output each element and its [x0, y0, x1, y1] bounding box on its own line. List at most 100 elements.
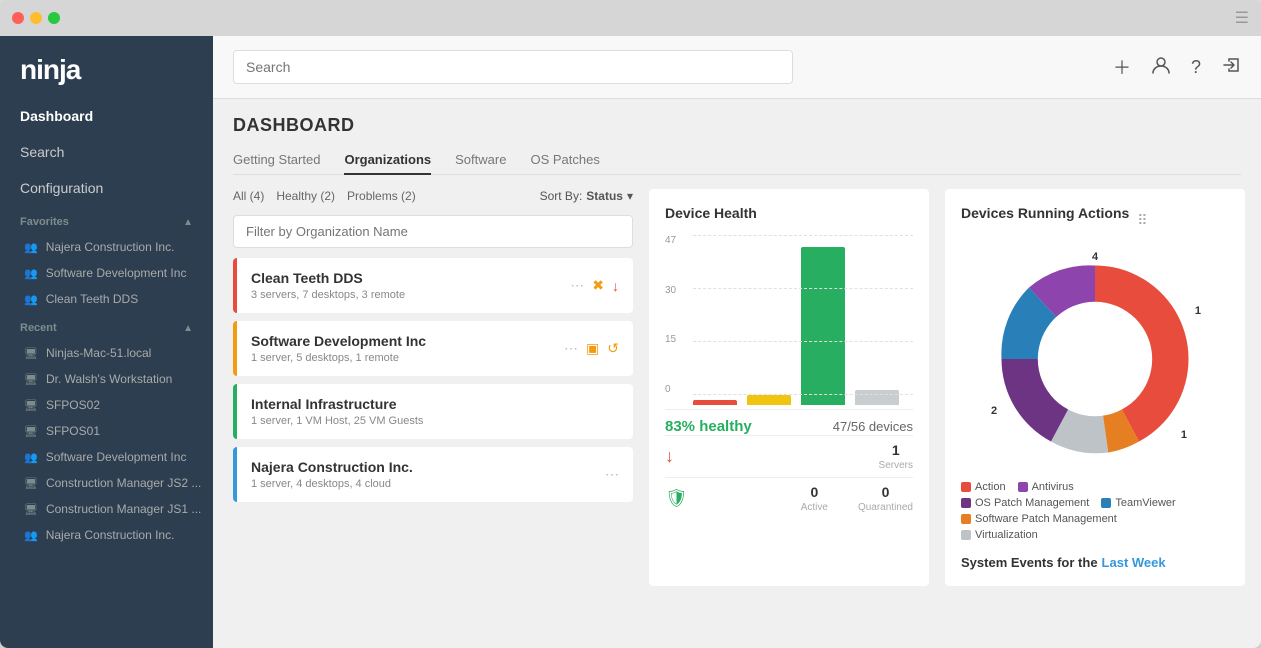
down-arrow-icon[interactable]: ↓ [612, 278, 619, 294]
callout-1-bottom: 1 [1181, 429, 1187, 441]
sidebar-item-constjs2[interactable]: 🖥 Construction Manager JS2 ... [0, 470, 213, 496]
device-icon: 🖥 [24, 399, 38, 412]
close-button[interactable] [12, 12, 24, 24]
org-icon: 👥 [24, 293, 38, 306]
servers-value: 1 [879, 442, 913, 458]
minimize-button[interactable] [30, 12, 42, 24]
top-bar: ＋ ? [213, 36, 1261, 99]
sidebar-item-cleanteeth-fav[interactable]: 👥 Clean Teeth DDS [0, 286, 213, 312]
legend-dot-av [1018, 482, 1028, 492]
bar-red [693, 400, 737, 405]
screen-icon[interactable]: ▣ [586, 340, 599, 357]
org-item-najera[interactable]: Najera Construction Inc. 1 server, 4 des… [233, 447, 633, 502]
org-item-internal-infra[interactable]: Internal Infrastructure 1 server, 1 VM H… [233, 384, 633, 439]
servers-stat-row: ↓ 1 Servers [665, 435, 913, 477]
org-icon: 👥 [24, 451, 38, 464]
legend-dot-action [961, 482, 971, 492]
recent-chevron-icon: ▲ [183, 323, 193, 334]
sidebar-item-softwaredev-fav[interactable]: 👥 Software Development Inc [0, 260, 213, 286]
tab-organizations[interactable]: Organizations [344, 146, 431, 175]
search-nav-label: Search [20, 144, 64, 160]
sidebar-item-najera-fav[interactable]: 👥 Najera Construction Inc. [0, 234, 213, 260]
patch-icon[interactable]: ✖ [592, 277, 604, 294]
sidebar-item-najera-recent[interactable]: 👥 Najera Construction Inc. [0, 522, 213, 548]
quarantined-value: 0 [858, 484, 913, 500]
grid-icon: ⠿ [1137, 212, 1147, 229]
legend-dot-tv [1101, 498, 1111, 508]
donut-svg [985, 249, 1205, 469]
dashboard-label: Dashboard [20, 108, 93, 124]
tab-getting-started[interactable]: Getting Started [233, 146, 320, 175]
tab-os-patches[interactable]: OS Patches [530, 146, 599, 175]
device-icon: 🖥 [24, 425, 38, 438]
org-item-software-dev[interactable]: Software Development Inc 1 server, 5 des… [233, 321, 633, 376]
filter-problems[interactable]: Problems (2) [347, 189, 416, 203]
device-health-title: Device Health [665, 205, 913, 221]
sort-by[interactable]: Sort By: Status ▾ [540, 189, 633, 203]
active-label: Active [801, 502, 828, 513]
device-icon: 🖥 [24, 503, 38, 516]
legend-virt: Virtualization [961, 529, 1038, 541]
search-input[interactable] [233, 50, 793, 84]
orgs-list-panel: All (4) Healthy (2) Problems (2) Sort By… [233, 189, 633, 586]
recent-section-header[interactable]: Recent ▲ [0, 312, 213, 340]
org-icon: 👥 [24, 241, 38, 254]
legend-action: Action [961, 481, 1006, 493]
legend-label-virt: Virtualization [975, 529, 1038, 541]
tab-bar: Getting Started Organizations Software O… [233, 146, 1241, 175]
org-detail: 3 servers, 7 desktops, 3 remote [251, 289, 405, 301]
org-icon: 👥 [24, 267, 38, 280]
sidebar-item-search[interactable]: Search [0, 134, 213, 170]
content-area: DASHBOARD Getting Started Organizations … [213, 99, 1261, 648]
device-health-panel: Device Health 47 30 15 0 [649, 189, 929, 586]
sidebar-item-configuration[interactable]: Configuration [0, 170, 213, 206]
logo: ninja [0, 36, 213, 98]
user-icon[interactable] [1151, 55, 1171, 80]
org-name: Najera Construction Inc. [251, 459, 413, 475]
help-icon[interactable]: ? [1191, 57, 1201, 78]
org-item-info: Clean Teeth DDS 3 servers, 7 desktops, 3… [251, 270, 405, 301]
system-events: System Events for the Last Week [961, 545, 1229, 570]
org-item-clean-teeth[interactable]: Clean Teeth DDS 3 servers, 7 desktops, 3… [233, 258, 633, 313]
hamburger-icon[interactable]: ☰ [1235, 8, 1249, 28]
refresh-icon[interactable]: ↺ [607, 340, 619, 357]
org-action-icons: ⋯ ▣ ↺ [564, 340, 619, 357]
sidebar-item-mac[interactable]: 🖥 Ninjas-Mac-51.local [0, 340, 213, 366]
callout-2: 2 [991, 405, 997, 417]
filter-healthy[interactable]: Healthy (2) [276, 189, 335, 203]
sidebar-item-sfpos01[interactable]: 🖥 SFPOS01 [0, 418, 213, 444]
org-detail: 1 server, 5 desktops, 1 remote [251, 352, 426, 364]
spinner-icon[interactable]: ⋯ [605, 466, 619, 483]
legend-ospatch: OS Patch Management [961, 497, 1089, 509]
sidebar-item-softwaredev-recent[interactable]: 👥 Software Development Inc [0, 444, 213, 470]
filter-counts: All (4) Healthy (2) Problems (2) [233, 189, 416, 203]
sidebar-item-dashboard[interactable]: Dashboard [0, 98, 213, 134]
window-controls [12, 12, 60, 24]
sidebar-item-walsh[interactable]: 🖥 Dr. Walsh's Workstation [0, 366, 213, 392]
antivirus-stat-row: 🛡 0 Active 0 Quarantined [665, 477, 913, 519]
sidebar-item-sfpos02[interactable]: 🖥 SFPOS02 [0, 392, 213, 418]
sidebar-item-constjs1[interactable]: 🖥 Construction Manager JS1 ... [0, 496, 213, 522]
top-bar-icons: ＋ ? [1113, 54, 1241, 80]
favorites-label: Favorites [20, 216, 69, 228]
tab-software[interactable]: Software [455, 146, 506, 175]
org-filter-input[interactable] [233, 215, 633, 248]
servers-label: Servers [879, 460, 913, 471]
bar-green [801, 247, 845, 405]
device-icon: 🖥 [24, 347, 38, 360]
filter-all[interactable]: All (4) [233, 189, 264, 203]
add-icon[interactable]: ＋ [1113, 54, 1131, 80]
spinner-icon[interactable]: ⋯ [570, 277, 584, 294]
org-name: Internal Infrastructure [251, 396, 423, 412]
system-events-link[interactable]: Last Week [1102, 555, 1166, 570]
right-panels: Device Health 47 30 15 0 [649, 189, 1245, 586]
logout-icon[interactable] [1221, 55, 1241, 80]
legend-swpatch: Software Patch Management [961, 513, 1117, 525]
favorites-section-header[interactable]: Favorites ▲ [0, 206, 213, 234]
legend-label-swpatch: Software Patch Management [975, 513, 1117, 525]
donut-legend: Action Antivirus [961, 481, 1229, 541]
bar-gray [855, 390, 899, 405]
spinner-icon[interactable]: ⋯ [564, 340, 578, 357]
maximize-button[interactable] [48, 12, 60, 24]
legend-antivirus: Antivirus [1018, 481, 1074, 493]
